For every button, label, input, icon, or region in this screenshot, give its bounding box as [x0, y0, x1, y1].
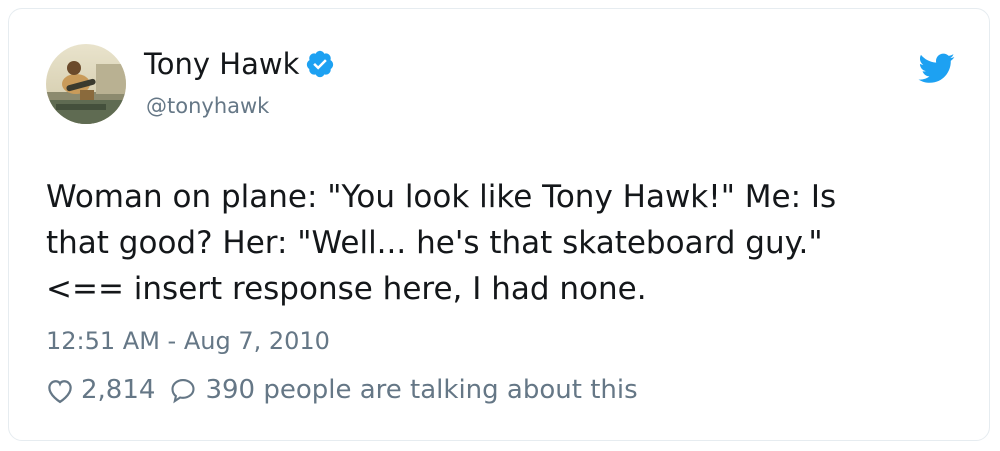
- speech-bubble-icon: [171, 379, 195, 404]
- tweet-timestamp[interactable]: 12:51 AM - Aug 7, 2010: [46, 327, 330, 355]
- verified-badge-icon: [305, 49, 335, 79]
- avatar[interactable]: [46, 44, 126, 124]
- like-button[interactable]: 2,814: [45, 375, 169, 405]
- tweet-text-line: Woman on plane: "You look like Tony Hawk…: [46, 179, 837, 215]
- author-row: Tony Hawk: [144, 49, 335, 79]
- tweet-text-line: <== insert response here, I had none.: [46, 271, 647, 307]
- reply-conversation-button[interactable]: 390 people are talking about this: [169, 375, 638, 405]
- avatar-photo: [46, 44, 126, 124]
- talking-count[interactable]: 390 people are talking about this: [205, 375, 637, 405]
- author-display-name[interactable]: Tony Hawk: [144, 49, 299, 79]
- heart-icon: [48, 380, 72, 404]
- like-count: 2,814: [81, 375, 156, 405]
- author-handle[interactable]: @tonyhawk: [146, 94, 269, 118]
- tweet-actions: 2,814 390 people are talking about this: [45, 375, 638, 405]
- tweet-text: Woman on plane: "You look like Tony Hawk…: [46, 174, 966, 312]
- tweet-text-line: that good? Her: "Well... he's that skate…: [46, 225, 823, 261]
- tweet-card: Tony Hawk @tonyhawk Woman on plane: "You…: [8, 8, 990, 441]
- twitter-bird-icon[interactable]: [917, 52, 955, 86]
